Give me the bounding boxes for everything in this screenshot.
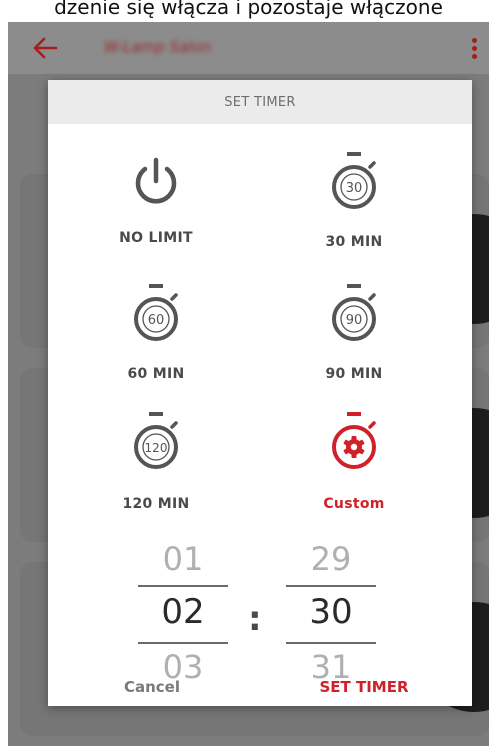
- option-60-min[interactable]: 60 60 MIN: [76, 282, 236, 392]
- minutes-prev[interactable]: 29: [286, 540, 376, 578]
- hours-value[interactable]: 02: [138, 592, 228, 632]
- hours-prev[interactable]: 01: [138, 540, 228, 578]
- option-30-min[interactable]: 30 30 MIN: [274, 150, 434, 260]
- time-separator: :: [248, 599, 262, 639]
- option-120-min[interactable]: 120 120 MIN: [76, 410, 236, 520]
- app-bar: W-Lamp Salon: [8, 22, 489, 74]
- stopwatch-icon: 120: [134, 412, 178, 469]
- option-label: NO LIMIT: [119, 230, 193, 246]
- picker-divider: [286, 585, 376, 587]
- picker-divider: [138, 585, 228, 587]
- caption-text: dzenie się włącza i pozostaje włączone: [0, 0, 497, 22]
- badge-text: 60: [148, 313, 165, 328]
- power-icon: [135, 157, 177, 204]
- option-custom[interactable]: Custom: [274, 410, 434, 520]
- dialog-title: SET TIMER: [48, 80, 472, 124]
- badge-text: 30: [346, 181, 363, 196]
- option-label: 60 MIN: [127, 366, 185, 382]
- cancel-button[interactable]: Cancel: [112, 678, 192, 696]
- picker-divider: [138, 642, 228, 644]
- set-timer-dialog: SET TIMER NO LIMIT 30 30 MIN 60 60 MIN 9…: [48, 80, 472, 706]
- stopwatch-icon: 30: [332, 152, 376, 209]
- minutes-value[interactable]: 30: [286, 592, 376, 632]
- badge-text: 90: [346, 313, 363, 328]
- option-no-limit[interactable]: NO LIMIT: [76, 152, 236, 262]
- more-options-icon[interactable]: [472, 38, 478, 60]
- stopwatch-gear-icon: [332, 412, 376, 469]
- option-label: 120 MIN: [122, 496, 190, 512]
- stopwatch-icon: 60: [134, 284, 178, 341]
- picker-divider: [286, 642, 376, 644]
- back-arrow-icon[interactable]: [32, 36, 58, 60]
- app-title: W-Lamp Salon: [104, 38, 212, 56]
- option-label: Custom: [323, 496, 385, 512]
- option-label: 30 MIN: [325, 234, 383, 250]
- set-timer-button[interactable]: SET TIMER: [304, 678, 424, 696]
- option-90-min[interactable]: 90 90 MIN: [274, 282, 434, 392]
- minutes-picker[interactable]: 29 30 31: [286, 540, 376, 690]
- option-label: 90 MIN: [325, 366, 383, 382]
- stopwatch-icon: 90: [332, 284, 376, 341]
- badge-text: 120: [145, 441, 168, 455]
- hours-picker[interactable]: 01 02 03: [138, 540, 228, 690]
